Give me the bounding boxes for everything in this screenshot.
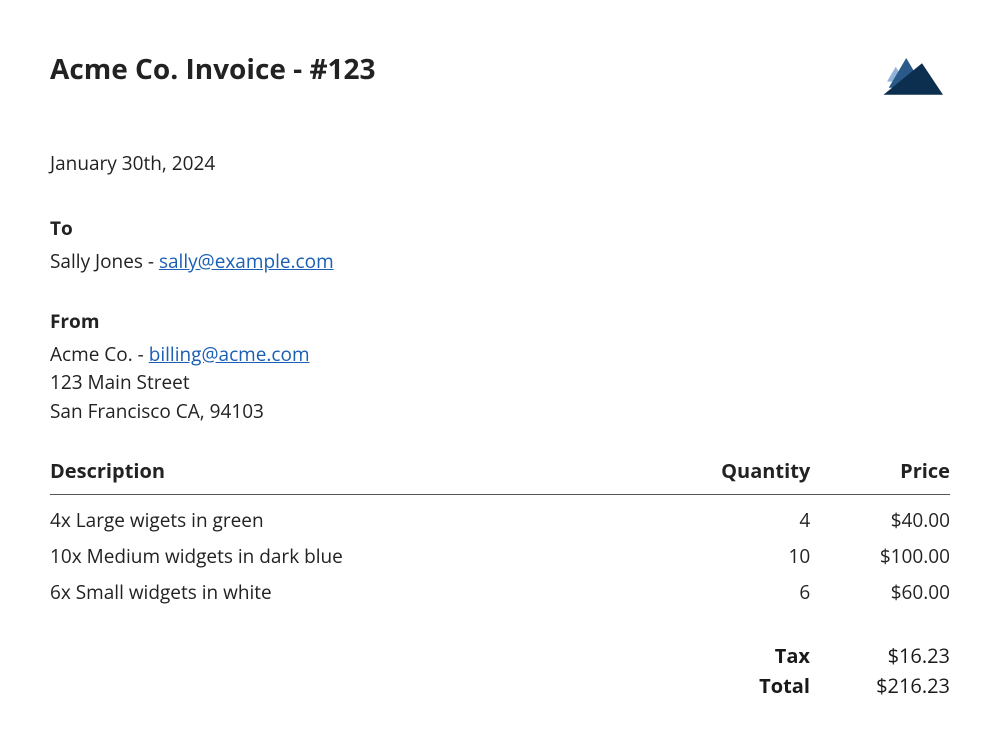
page-title: Acme Co. Invoice - #123 bbox=[50, 50, 376, 88]
col-description: Description bbox=[50, 457, 633, 495]
from-name: Acme Co. bbox=[50, 341, 133, 367]
from-label: From bbox=[50, 307, 950, 336]
total-label: Total bbox=[50, 671, 810, 701]
separator: - bbox=[133, 341, 149, 367]
header: Acme Co. Invoice - #123 bbox=[50, 50, 950, 100]
from-address-2: San Francisco CA, 94103 bbox=[50, 397, 950, 426]
cell-price: $60.00 bbox=[810, 571, 950, 607]
to-email-link[interactable]: sally@example.com bbox=[159, 248, 334, 274]
total-value: $216.23 bbox=[810, 671, 950, 701]
cell-price: $100.00 bbox=[810, 535, 950, 571]
cell-description: 10x Medium widgets in dark blue bbox=[50, 535, 633, 571]
separator: - bbox=[143, 248, 159, 274]
line-items-table: Description Quantity Price 4x Large wige… bbox=[50, 457, 950, 607]
table-row: 10x Medium widgets in dark blue 10 $100.… bbox=[50, 535, 950, 571]
to-name: Sally Jones bbox=[50, 248, 143, 274]
from-email-link[interactable]: billing@acme.com bbox=[149, 341, 310, 367]
to-line: Sally Jones - sally@example.com bbox=[50, 247, 950, 276]
to-label: To bbox=[50, 214, 950, 243]
cell-price: $40.00 bbox=[810, 495, 950, 536]
to-block: To Sally Jones - sally@example.com bbox=[50, 214, 950, 275]
table-row: 6x Small widgets in white 6 $60.00 bbox=[50, 571, 950, 607]
invoice-date: January 30th, 2024 bbox=[50, 150, 950, 176]
cell-quantity: 10 bbox=[633, 535, 810, 571]
table-header-row: Description Quantity Price bbox=[50, 457, 950, 495]
cell-quantity: 4 bbox=[633, 495, 810, 536]
tax-value: $16.23 bbox=[810, 641, 950, 671]
cell-quantity: 6 bbox=[633, 571, 810, 607]
from-block: From Acme Co. - billing@acme.com 123 Mai… bbox=[50, 307, 950, 425]
from-line: Acme Co. - billing@acme.com bbox=[50, 340, 950, 369]
total-row: Total $216.23 bbox=[50, 671, 950, 701]
col-quantity: Quantity bbox=[633, 457, 810, 495]
cell-description: 6x Small widgets in white bbox=[50, 571, 633, 607]
tax-label: Tax bbox=[50, 641, 810, 671]
table-row: 4x Large wigets in green 4 $40.00 bbox=[50, 495, 950, 536]
cell-description: 4x Large wigets in green bbox=[50, 495, 633, 536]
summary-block: Tax $16.23 Total $216.23 bbox=[50, 641, 950, 701]
col-price: Price bbox=[810, 457, 950, 495]
mountain-logo-icon bbox=[880, 50, 950, 100]
tax-row: Tax $16.23 bbox=[50, 641, 950, 671]
from-address-1: 123 Main Street bbox=[50, 368, 950, 397]
